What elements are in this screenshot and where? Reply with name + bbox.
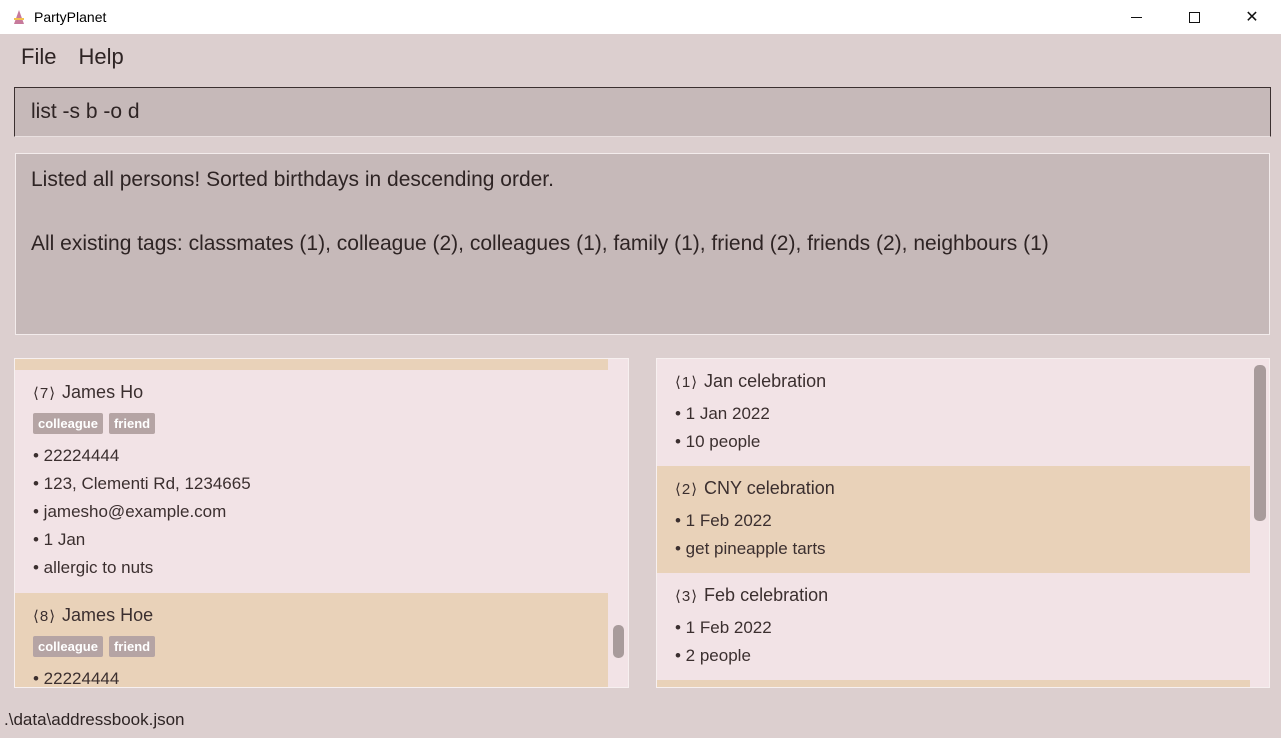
party-title: ⟨2⟩ CNY celebration xyxy=(675,478,1250,499)
person-index: ⟨8⟩ xyxy=(33,608,57,625)
party-title: ⟨3⟩ Feb celebration xyxy=(675,585,1250,606)
person-card-partial xyxy=(15,359,608,370)
person-birthday: • 1 Jan xyxy=(33,530,86,549)
party-card[interactable]: ⟨3⟩ Feb celebration • 1 Feb 2022 • 2 peo… xyxy=(657,573,1250,680)
tag: colleague xyxy=(33,636,103,657)
party-name: Jan celebration xyxy=(704,371,827,391)
person-name: James Ho xyxy=(62,382,144,402)
window-title: PartyPlanet xyxy=(34,9,107,25)
menu-bar: File Help xyxy=(0,34,1281,80)
minimize-icon xyxy=(1130,16,1142,18)
person-name: James Hoe xyxy=(62,605,154,625)
party-title: ⟨1⟩ Jan celebration xyxy=(675,371,1250,392)
party-index: ⟨3⟩ xyxy=(675,588,699,605)
person-card[interactable]: ⟨8⟩ James Hoe colleague friend • 2222444… xyxy=(15,593,608,688)
tag: colleague xyxy=(33,413,103,434)
party-hat-icon xyxy=(12,8,26,26)
party-card-partial xyxy=(657,680,1250,687)
window-controls: ✕ xyxy=(1107,0,1281,34)
tag: friend xyxy=(108,413,156,434)
maximize-icon xyxy=(1188,11,1200,23)
person-title: ⟨8⟩ James Hoe xyxy=(33,605,608,626)
person-index: ⟨7⟩ xyxy=(33,385,57,402)
party-name: CNY celebration xyxy=(704,478,835,498)
person-phone: • 22224444 xyxy=(33,669,120,688)
title-bar: PartyPlanet ✕ xyxy=(0,0,1281,34)
party-detail: • get pineapple tarts xyxy=(675,539,826,558)
party-list-scrollbar[interactable] xyxy=(1254,365,1266,521)
party-detail: • 10 people xyxy=(675,432,761,451)
person-email: • jamesho@example.com xyxy=(33,502,227,521)
person-list-scrollbar[interactable] xyxy=(613,625,624,658)
result-display: Listed all persons! Sorted birthdays in … xyxy=(15,153,1270,335)
person-phone: • 22224444 xyxy=(33,446,120,465)
person-tags: colleague friend xyxy=(33,413,608,434)
close-button[interactable]: ✕ xyxy=(1223,0,1281,34)
party-date: • 1 Feb 2022 xyxy=(675,511,772,530)
result-message: Listed all persons! Sorted birthdays in … xyxy=(31,168,554,191)
tag: friend xyxy=(108,636,156,657)
maximize-button[interactable] xyxy=(1165,0,1223,34)
party-date: • 1 Feb 2022 xyxy=(675,618,772,637)
person-tags: colleague friend xyxy=(33,636,608,657)
result-tags: All existing tags: classmates (1), colle… xyxy=(31,232,1049,255)
menu-file[interactable]: File xyxy=(10,44,67,70)
party-date: • 1 Jan 2022 xyxy=(675,404,770,423)
party-list[interactable]: ⟨1⟩ Jan celebration • 1 Jan 2022 • 10 pe… xyxy=(656,358,1270,688)
person-remark: • allergic to nuts xyxy=(33,558,154,577)
party-index: ⟨2⟩ xyxy=(675,481,699,498)
minimize-button[interactable] xyxy=(1107,0,1165,34)
person-card[interactable]: ⟨7⟩ James Ho colleague friend • 22224444… xyxy=(15,370,608,592)
menu-help[interactable]: Help xyxy=(67,44,134,70)
status-bar-path: .\data\addressbook.json xyxy=(4,710,185,729)
close-icon: ✕ xyxy=(1245,9,1259,26)
party-index: ⟨1⟩ xyxy=(675,374,699,391)
party-card[interactable]: ⟨1⟩ Jan celebration • 1 Jan 2022 • 10 pe… xyxy=(657,359,1250,466)
person-address: • 123, Clementi Rd, 1234665 xyxy=(33,474,251,493)
party-name: Feb celebration xyxy=(704,585,829,605)
command-input[interactable]: list -s b -o d xyxy=(14,87,1271,137)
person-list[interactable]: ⟨7⟩ James Ho colleague friend • 22224444… xyxy=(14,358,629,688)
party-card[interactable]: ⟨2⟩ CNY celebration • 1 Feb 2022 • get p… xyxy=(657,466,1250,573)
party-detail: • 2 people xyxy=(675,646,751,665)
person-title: ⟨7⟩ James Ho xyxy=(33,382,608,403)
